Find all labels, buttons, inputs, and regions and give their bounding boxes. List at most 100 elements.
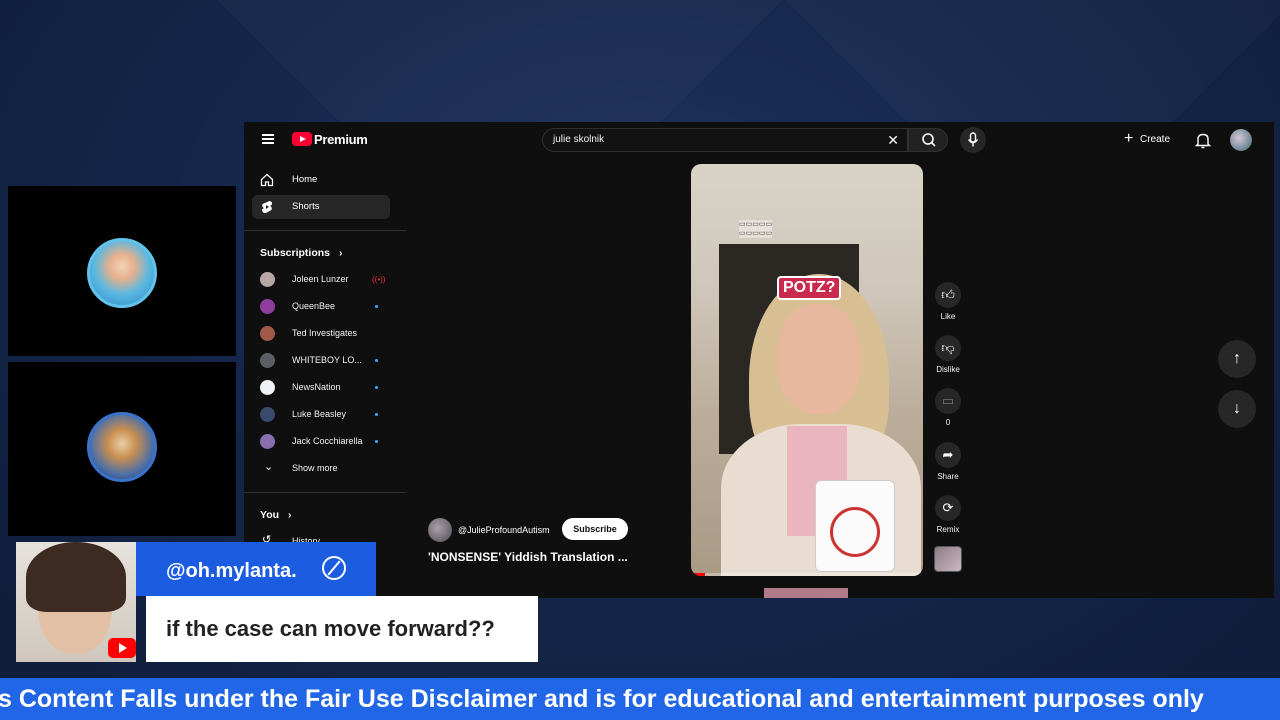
next-short-preview (764, 588, 848, 598)
video-person-face (777, 304, 861, 414)
mug-emblem (830, 507, 880, 557)
subscription-label: Jack Cocchiarella (292, 436, 363, 446)
comments-count: 0 (945, 418, 951, 427)
youtube-brand[interactable]: Premium (314, 132, 368, 147)
you-heading[interactable]: You › (260, 509, 291, 521)
sidebar-subscription[interactable]: Ted Investigates (252, 322, 390, 344)
create-label: Create (1140, 134, 1171, 145)
search-input[interactable]: julie skolnik ✕ (542, 128, 908, 152)
like-label: Like (940, 312, 956, 321)
video-caption: POTZ? (777, 276, 842, 300)
voice-search-button[interactable] (960, 127, 986, 153)
video-progress-fill (691, 573, 705, 576)
search-button[interactable] (908, 128, 948, 152)
sidebar-subscription[interactable]: Jack Cocchiarella (252, 430, 390, 452)
subscription-label: Luke Beasley (292, 409, 347, 419)
microphone-icon (967, 132, 979, 147)
commenter-hair (26, 542, 126, 612)
video-progress-bar[interactable] (691, 573, 923, 576)
guest-panel-bottom (8, 362, 236, 536)
arrow-up-icon: ↑ (1233, 350, 1241, 367)
guest-avatar-top (87, 238, 157, 308)
sidebar-item-home[interactable]: Home (252, 168, 390, 192)
comments-button[interactable]: ▭ 0 (934, 388, 962, 427)
chevron-right-icon: › (287, 509, 292, 521)
video-mug (815, 480, 895, 572)
plus-icon: + (1124, 130, 1134, 147)
search-query[interactable]: julie skolnik (553, 134, 604, 145)
live-indicator-icon: ((•)) (372, 275, 386, 284)
comment-icon: ▭ (935, 388, 961, 414)
remix-button[interactable]: ⟳ Remix (934, 495, 962, 534)
sidebar-subscription[interactable]: QueenBee (252, 295, 390, 317)
channel-handle[interactable]: @JulieProfoundAutism (458, 525, 550, 535)
commenter-photo (16, 542, 136, 662)
guest-avatar-bottom (87, 412, 157, 482)
new-content-dot (375, 359, 378, 362)
sidebar-item-label: Home (292, 174, 318, 185)
sidebar-subscription[interactable]: Joleen Lunzer ((•)) (252, 268, 390, 290)
sidebar-divider (244, 492, 406, 493)
subscription-label: WHITEBOY LO... (292, 355, 362, 365)
channel-avatar (260, 272, 275, 287)
remix-icon: ⟳ (935, 495, 961, 521)
youtube-window: Premium julie skolnik ✕ + Create Home Sh… (244, 122, 1274, 598)
dislike-label: Dislike (936, 365, 960, 374)
moderator-slash-icon (322, 556, 346, 580)
sidebar-subscription[interactable]: WHITEBOY LO... (252, 349, 390, 371)
subscribe-button[interactable]: Subscribe (562, 518, 628, 540)
home-icon (260, 173, 274, 187)
search-icon (922, 133, 936, 147)
notifications-bell-icon[interactable] (1194, 131, 1212, 149)
video-faint-overlay-text: ▭▭▭▭▭ ▭▭▭▭▭ (739, 220, 773, 238)
new-content-dot (375, 440, 378, 443)
previous-short-button[interactable]: ↑ (1218, 340, 1256, 378)
remix-label: Remix (936, 525, 960, 534)
dislike-button[interactable]: 👎︎ Dislike (934, 335, 962, 374)
disclaimer-ticker: s Content Falls under the Fair Use Discl… (0, 678, 1280, 720)
subscription-label: QueenBee (292, 301, 336, 311)
shorts-video-player[interactable]: ▭▭▭▭▭ ▭▭▭▭▭ POTZ? (691, 164, 923, 576)
new-content-dot (375, 386, 378, 389)
chevron-down-icon: ⌄ (264, 461, 274, 473)
thumbs-down-icon: 👎︎ (935, 335, 961, 361)
you-title: You (260, 509, 280, 521)
clear-search-icon[interactable]: ✕ (887, 132, 899, 148)
channel-avatar (260, 353, 275, 368)
sidebar-subscription[interactable]: NewsNation (252, 376, 390, 398)
show-more-label: Show more (292, 463, 338, 473)
subscriptions-title: Subscriptions (260, 247, 331, 259)
shorts-icon (262, 201, 273, 214)
sidebar-subscription[interactable]: Luke Beasley (252, 403, 390, 425)
subscriptions-heading[interactable]: Subscriptions › (260, 247, 342, 259)
audio-source-thumbnail[interactable] (934, 546, 962, 572)
create-button[interactable]: + Create (1120, 129, 1174, 151)
share-arrow-icon: ➦ (935, 442, 961, 468)
sidebar-item-shorts[interactable]: Shorts (252, 195, 390, 219)
channel-avatar (260, 434, 275, 449)
new-content-dot (375, 305, 378, 308)
sidebar-item-label: Shorts (292, 201, 320, 212)
youtube-topbar: Premium julie skolnik ✕ + Create (244, 122, 1274, 158)
youtube-badge-icon (108, 638, 136, 658)
youtube-logo-icon[interactable] (292, 132, 312, 146)
next-short-button[interactable]: ↓ (1218, 390, 1256, 428)
show-more-button[interactable]: ⌄ Show more (252, 457, 390, 479)
account-avatar[interactable] (1230, 129, 1252, 151)
channel-avatar (260, 380, 275, 395)
comment-message: if the case can move forward?? (166, 616, 495, 641)
channel-avatar[interactable] (428, 518, 452, 542)
subscription-label: Ted Investigates (292, 328, 358, 338)
hamburger-menu-icon[interactable] (262, 134, 274, 144)
video-title[interactable]: 'NONSENSE' Yiddish Translation ... (428, 550, 628, 564)
commenter-username: @oh.mylanta. (166, 560, 297, 582)
sidebar: Home Shorts Subscriptions › Joleen Lunze… (244, 158, 406, 598)
thumbs-up-icon: 👍︎ (935, 282, 961, 308)
like-button[interactable]: 👍︎ Like (934, 282, 962, 321)
share-label: Share (937, 472, 959, 481)
arrow-down-icon: ↓ (1233, 400, 1241, 417)
new-content-dot (375, 413, 378, 416)
share-button[interactable]: ➦ Share (934, 442, 962, 481)
commenter-name-tag: @oh.mylanta. (136, 542, 376, 596)
subscription-label: NewsNation (292, 382, 341, 392)
